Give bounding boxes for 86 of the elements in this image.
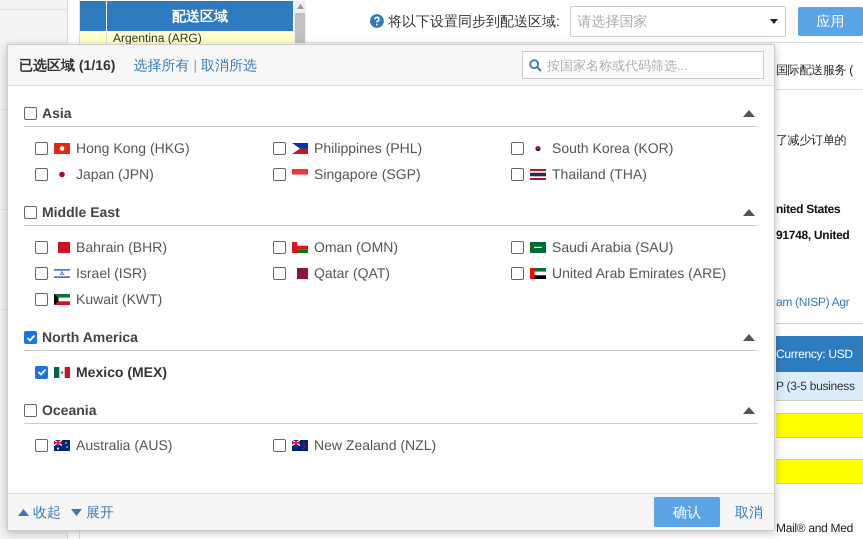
caret-up-icon: [18, 508, 29, 516]
caret-up-icon[interactable]: [743, 334, 755, 341]
confirm-button[interactable]: 确认: [654, 497, 720, 527]
country-label: Oman (OMN): [314, 238, 398, 257]
table-header: 配送区域: [107, 1, 294, 31]
checkbox[interactable]: [273, 142, 286, 154]
caret-up-icon[interactable]: [743, 209, 755, 216]
checkbox[interactable]: [273, 168, 286, 180]
country-label: United Arab Emirates (ARE): [552, 264, 726, 283]
checkbox[interactable]: [511, 168, 524, 180]
flag-icon: [292, 142, 308, 154]
help-icon[interactable]: [370, 14, 384, 28]
country-label: Japan (JPN): [76, 164, 154, 184]
flag-icon: [530, 242, 546, 252]
country-label: Qatar (QAT): [314, 264, 390, 283]
checkbox[interactable]: [35, 168, 48, 180]
country-label: South Korea (KOR): [552, 138, 674, 158]
group-label: Oceania: [42, 401, 96, 420]
dialog-title: 已选区域 (1/16): [19, 56, 116, 75]
flag-icon: [54, 142, 70, 154]
flag-icon: [530, 168, 546, 180]
checkbox[interactable]: [35, 266, 48, 280]
select-all-link[interactable]: 选择所有: [133, 54, 190, 76]
flag-icon: [54, 294, 70, 304]
expand-all-link[interactable]: 展开: [71, 502, 114, 522]
checkbox[interactable]: [24, 107, 37, 120]
checkbox[interactable]: [35, 292, 48, 306]
checkbox[interactable]: [273, 266, 286, 280]
deselect-all-link[interactable]: 取消所选: [201, 54, 258, 76]
table-header-cell: [80, 1, 107, 31]
checkbox[interactable]: [511, 266, 524, 280]
flag-icon: [292, 440, 308, 450]
caret-down-icon: [770, 18, 778, 24]
agreement-link[interactable]: am (NISP) Agr: [776, 291, 863, 312]
checkbox[interactable]: [511, 142, 524, 154]
apply-button[interactable]: 应用: [798, 6, 863, 36]
checkbox[interactable]: [24, 331, 37, 344]
collapse-all-link[interactable]: 收起: [18, 502, 61, 522]
group-label: Middle East: [42, 203, 120, 222]
flag-icon: [54, 366, 70, 378]
country-label: Australia (AUS): [76, 436, 172, 455]
checkbox[interactable]: [273, 438, 286, 452]
country-label: Israel (ISR): [76, 264, 147, 283]
search-icon: [529, 59, 542, 72]
flag-icon: [54, 268, 70, 278]
checkbox[interactable]: [24, 206, 37, 219]
country-label: Kuwait (KWT): [76, 290, 162, 309]
sync-label: 将以下设置同步到配送区域:: [388, 12, 560, 30]
country-label: Mexico (MEX): [76, 362, 168, 382]
select-placeholder: 请选择国家: [578, 12, 648, 30]
shipping-row: P (3-5 business: [776, 372, 863, 401]
group-label: Asia: [42, 104, 72, 123]
body-text: 了减少订单的: [776, 132, 848, 150]
country-label: Saudi Arabia (SAU): [552, 238, 674, 257]
caret-up-icon[interactable]: [743, 407, 755, 414]
country-label: Hong Kong (HKG): [76, 138, 190, 158]
cancel-button[interactable]: 取消: [735, 502, 763, 522]
checkbox[interactable]: [35, 366, 48, 378]
checkbox[interactable]: [511, 240, 524, 254]
flag-icon: [292, 268, 308, 278]
currency-header: Currency: USD: [776, 336, 863, 372]
group-label: North America: [42, 328, 138, 347]
country-label: Thailand (THA): [552, 164, 647, 184]
caret-down-icon: [71, 508, 82, 516]
body-text: Mail® and Med: [776, 520, 854, 537]
checkbox[interactable]: [35, 438, 48, 452]
country-label: Singapore (SGP): [314, 164, 421, 184]
separator: |: [193, 56, 198, 75]
caret-up-icon[interactable]: [743, 110, 755, 117]
checkbox[interactable]: [35, 142, 48, 154]
address-text: nited States: [776, 201, 842, 218]
flag-icon: [530, 268, 546, 278]
country-label: Bahrain (BHR): [76, 238, 168, 257]
country-label: Philippines (PHL): [314, 138, 422, 158]
body-text: 国际配送服务 (: [776, 62, 854, 78]
search-field[interactable]: 按国家名称或代码筛选...: [522, 51, 764, 79]
checkbox[interactable]: [35, 240, 48, 254]
checkbox[interactable]: [273, 240, 286, 254]
country-select[interactable]: 请选择国家: [570, 6, 786, 36]
country-label: New Zealand (NZL): [314, 436, 436, 455]
checkbox[interactable]: [24, 404, 37, 417]
table-cell-text: Argentina (ARG): [112, 31, 202, 47]
flag-icon: [54, 242, 70, 252]
address-text: 91748, United: [776, 226, 850, 244]
flag-icon: [292, 242, 308, 252]
flag-icon: [54, 440, 70, 450]
